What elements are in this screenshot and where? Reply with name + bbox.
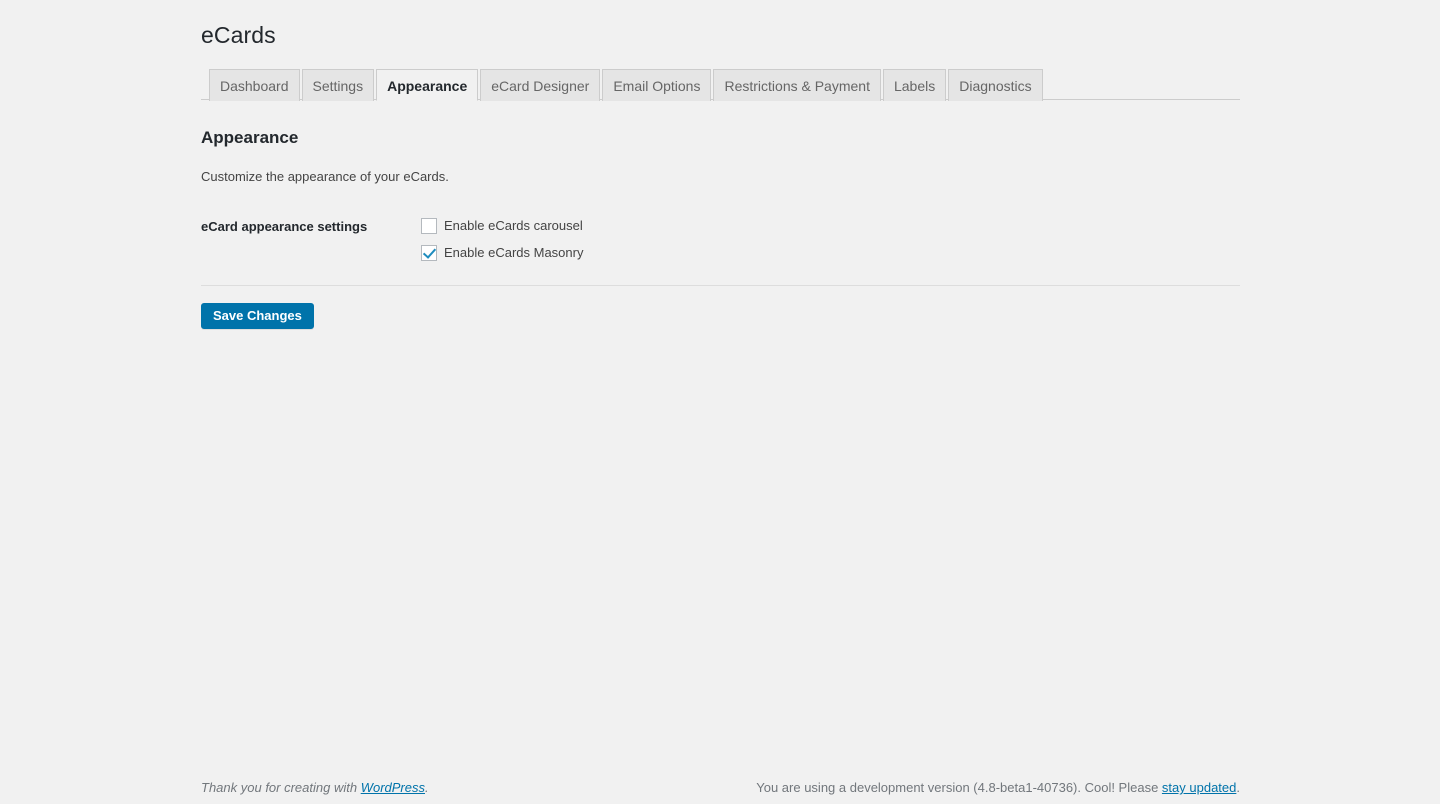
section-heading: Appearance — [201, 128, 299, 147]
footer-version-text: You are using a development version (4.8… — [756, 778, 1240, 798]
table-row: eCard appearance settings Enable eCards … — [201, 214, 1240, 285]
page-title: eCards — [201, 22, 276, 48]
checkbox-row[interactable]: Enable eCards Masonry — [421, 241, 1230, 265]
checkbox-checked-icon[interactable] — [421, 244, 437, 261]
tab-labels[interactable]: Labels — [882, 69, 947, 101]
admin-page-wrap: eCards Dashboard Settings Appearance eCard … — [201, 0, 1240, 329]
wordpress-link[interactable]: WordPress — [361, 780, 425, 795]
footer-credit-text: Thank you for creating with WordPress. — [201, 778, 429, 798]
footer-version-prefix: You are using a development version (4.8… — [756, 780, 1162, 795]
tab-dashboard[interactable]: Dashboard — [209, 69, 300, 101]
save-changes-button[interactable]: Save Changes — [201, 303, 314, 329]
tab-restrictions-payment[interactable]: Restrictions & Payment — [713, 69, 881, 101]
tab-email-options[interactable]: Email Options — [602, 69, 712, 101]
settings-row-label: eCard appearance settings — [201, 219, 368, 234]
tab-settings[interactable]: Settings — [301, 69, 375, 101]
footer-credit-prefix: Thank you for creating with — [201, 780, 361, 795]
submit-area: Save Changes — [201, 286, 1240, 329]
checkbox-label: Enable eCards Masonry — [444, 244, 584, 260]
tab-diagnostics[interactable]: Diagnostics — [948, 69, 1043, 101]
tab-navigation: Dashboard Settings Appearance eCard Designe… — [201, 59, 1240, 101]
checkbox-row[interactable]: Enable eCards carousel — [421, 214, 1230, 238]
tab-appearance[interactable]: Appearance — [376, 69, 479, 101]
section-description: Customize the appearance of your eCards. — [201, 169, 449, 184]
settings-row-controls: Enable eCards carousel Enable eCards Maso… — [421, 214, 1240, 285]
admin-footer: Thank you for creating with WordPress. Y… — [201, 764, 1240, 804]
checkbox-unchecked-icon[interactable] — [421, 217, 437, 234]
stay-updated-link[interactable]: stay updated — [1162, 780, 1236, 795]
tab-ecard-designer[interactable]: eCard Designer — [480, 69, 601, 101]
settings-form-table: eCard appearance settings Enable eCards … — [201, 214, 1240, 285]
footer-credit-suffix: . — [425, 780, 429, 795]
footer-version-suffix: . — [1236, 780, 1240, 795]
checkbox-label: Enable eCards carousel — [444, 217, 583, 233]
